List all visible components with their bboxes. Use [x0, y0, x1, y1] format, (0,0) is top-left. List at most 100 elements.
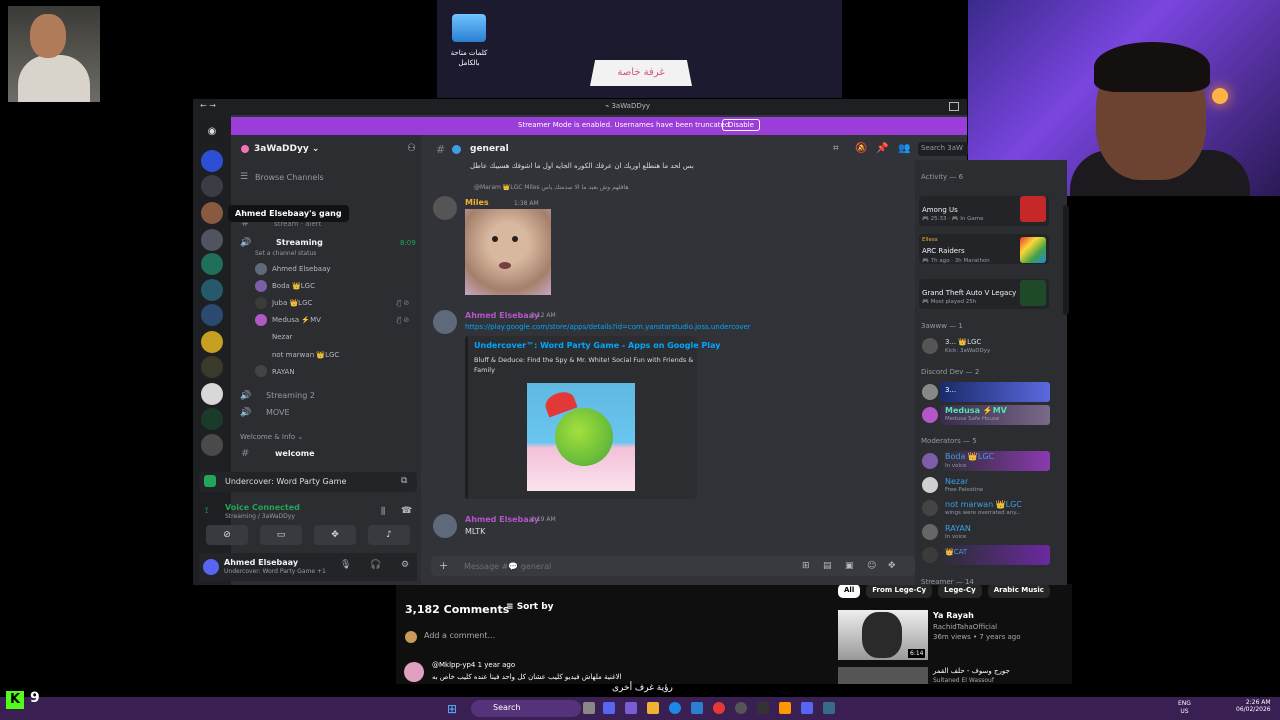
- video-off-button[interactable]: ⊘: [206, 525, 248, 545]
- server-icon[interactable]: [201, 383, 223, 405]
- voice-member[interactable]: Nezar: [272, 333, 292, 341]
- embed-title[interactable]: Undercover™: Word Party Game - Apps on G…: [474, 341, 720, 350]
- signal-icon[interactable]: ⟟: [205, 506, 208, 516]
- disable-streamer-button[interactable]: Disable: [722, 119, 760, 131]
- task-view-icon[interactable]: [583, 702, 595, 714]
- voice-channel-streaming[interactable]: Streaming: [276, 238, 323, 247]
- member-name[interactable]: Medusa ⚡️MV: [945, 406, 1007, 415]
- app-taskbar-icon[interactable]: [691, 702, 703, 714]
- headphones-icon[interactable]: 🎧: [370, 560, 381, 570]
- app-taskbar-icon[interactable]: [823, 702, 835, 714]
- avatar[interactable]: [922, 407, 938, 423]
- server-icon[interactable]: [201, 175, 223, 197]
- avatar[interactable]: [922, 524, 938, 540]
- video2-thumbnail[interactable]: [838, 667, 928, 684]
- browse-channels[interactable]: Browse Channels: [255, 173, 324, 182]
- avatar[interactable]: [922, 453, 938, 469]
- video2-title[interactable]: جورج وسوف - حلف القمر: [933, 667, 1010, 675]
- avatar[interactable]: [203, 559, 219, 575]
- message-input[interactable]: Message #💬 general: [464, 562, 551, 571]
- voice-member[interactable]: not marwan 👑LGC: [272, 351, 339, 359]
- noise-suppression-icon[interactable]: ⫼: [381, 507, 385, 517]
- gift-icon[interactable]: ⊞: [802, 561, 810, 571]
- voice-member[interactable]: RAYAN: [272, 368, 295, 376]
- video2-channel[interactable]: Sultaned El Wassouf: [933, 677, 994, 684]
- gif-icon[interactable]: ▤: [823, 561, 832, 571]
- launch-icon[interactable]: ⧉: [401, 476, 407, 486]
- server-icon[interactable]: [201, 229, 223, 251]
- voice-member[interactable]: Boda 👑LGC: [272, 282, 315, 290]
- server-icon[interactable]: [201, 279, 223, 301]
- invite-icon[interactable]: ⚇: [407, 143, 416, 154]
- add-comment-input[interactable]: Add a comment...: [424, 631, 495, 640]
- windows-start-icon[interactable]: ⊞: [447, 702, 457, 716]
- app-taskbar-icon[interactable]: [625, 702, 637, 714]
- app-taskbar-icon[interactable]: [757, 702, 769, 714]
- chip-all[interactable]: All: [838, 584, 861, 598]
- user-name[interactable]: Ahmed Elsebaay: [224, 558, 298, 567]
- chrome-icon[interactable]: [713, 702, 725, 714]
- message-author[interactable]: Miles: [465, 198, 489, 207]
- microphone-icon[interactable]: 🎙: [340, 560, 351, 570]
- settings-gear-icon[interactable]: ⚙: [401, 560, 409, 570]
- server-icon[interactable]: [201, 356, 223, 378]
- video-title[interactable]: Ya Rayah: [933, 611, 974, 620]
- comment-user[interactable]: @Mklpp-yp4 1 year ago: [432, 661, 515, 669]
- category-welcome[interactable]: Welcome & Info ⌄: [240, 433, 303, 441]
- search-input[interactable]: Search 3aW: [918, 142, 968, 156]
- guild-name[interactable]: 3aWaDDyy ⌄: [254, 144, 319, 154]
- avatar[interactable]: [922, 338, 938, 354]
- voice-member[interactable]: Ahmed Elsebaay: [272, 265, 331, 273]
- message-author[interactable]: Ahmed Elsebaay: [465, 515, 539, 524]
- activities-button[interactable]: ✥: [314, 525, 356, 545]
- voice-channel-move[interactable]: MOVE: [266, 408, 290, 417]
- server-icon[interactable]: [201, 434, 223, 456]
- app-taskbar-icon[interactable]: [801, 702, 813, 714]
- avatar[interactable]: [922, 384, 938, 400]
- maximize-icon[interactable]: [949, 102, 959, 111]
- server-icon[interactable]: [201, 150, 223, 172]
- chip-lege-cy[interactable]: Lege-Cy: [938, 584, 982, 598]
- member-name[interactable]: 👑CAT: [945, 548, 967, 556]
- member-name[interactable]: 3... 👑LGC: [945, 338, 981, 346]
- back-icon[interactable]: ← →: [200, 101, 216, 110]
- member-name[interactable]: Nezar: [945, 477, 968, 486]
- channel-welcome[interactable]: welcome: [275, 449, 315, 458]
- server-icon-selected[interactable]: [201, 202, 223, 224]
- sort-by-button[interactable]: ≡ Sort by: [506, 602, 554, 612]
- voice-location[interactable]: Streaming / 3aWaDDyy: [225, 513, 295, 520]
- keyboard-language[interactable]: ENG US: [1178, 700, 1191, 716]
- voice-member[interactable]: Juba 👑LGC: [272, 299, 312, 307]
- app-taskbar-icon[interactable]: [735, 702, 747, 714]
- disconnect-icon[interactable]: ☎: [401, 506, 412, 516]
- taskbar-search[interactable]: Search: [471, 700, 581, 717]
- member-name[interactable]: Boda 👑LGC: [945, 452, 994, 461]
- message-author[interactable]: Ahmed Elsebaay: [465, 311, 539, 320]
- emoji-icon[interactable]: ☺: [867, 561, 876, 571]
- notification-muted-icon[interactable]: 🔕: [855, 143, 867, 154]
- app-taskbar-icon[interactable]: [779, 702, 791, 714]
- message-link[interactable]: https://play.google.com/store/apps/detai…: [465, 323, 751, 331]
- chip-from-lege-cy[interactable]: From Lege-Cy: [866, 584, 933, 598]
- channel-status[interactable]: Set a channel status: [255, 250, 316, 257]
- desktop-file-icon[interactable]: [452, 14, 486, 42]
- member-name[interactable]: 3...: [945, 386, 956, 394]
- message-image[interactable]: [465, 209, 551, 295]
- activity-name[interactable]: Undercover: Word Party Game: [225, 477, 346, 486]
- soundboard-button[interactable]: ♪: [368, 525, 410, 545]
- avatar[interactable]: [433, 196, 457, 220]
- reply-preview[interactable]: @Maram 👑LGC Miles هاقلهم وش بعيد ما الا …: [474, 184, 629, 191]
- threads-icon[interactable]: ⌗: [833, 143, 839, 154]
- avatar[interactable]: [922, 547, 938, 563]
- voice-channel-streaming-2[interactable]: Streaming 2: [266, 391, 315, 400]
- pin-icon[interactable]: 📌: [876, 143, 888, 154]
- screen-share-button[interactable]: ▭: [260, 525, 302, 545]
- member-name[interactable]: not marwan 👑LGC: [945, 500, 1022, 509]
- members-icon[interactable]: 👥: [898, 143, 910, 154]
- member-name[interactable]: RAYAN: [945, 524, 971, 533]
- attach-plus-icon[interactable]: +: [439, 559, 448, 572]
- server-icon[interactable]: [201, 331, 223, 353]
- avatar[interactable]: [433, 514, 457, 538]
- avatar[interactable]: [922, 500, 938, 516]
- server-icon[interactable]: [201, 304, 223, 326]
